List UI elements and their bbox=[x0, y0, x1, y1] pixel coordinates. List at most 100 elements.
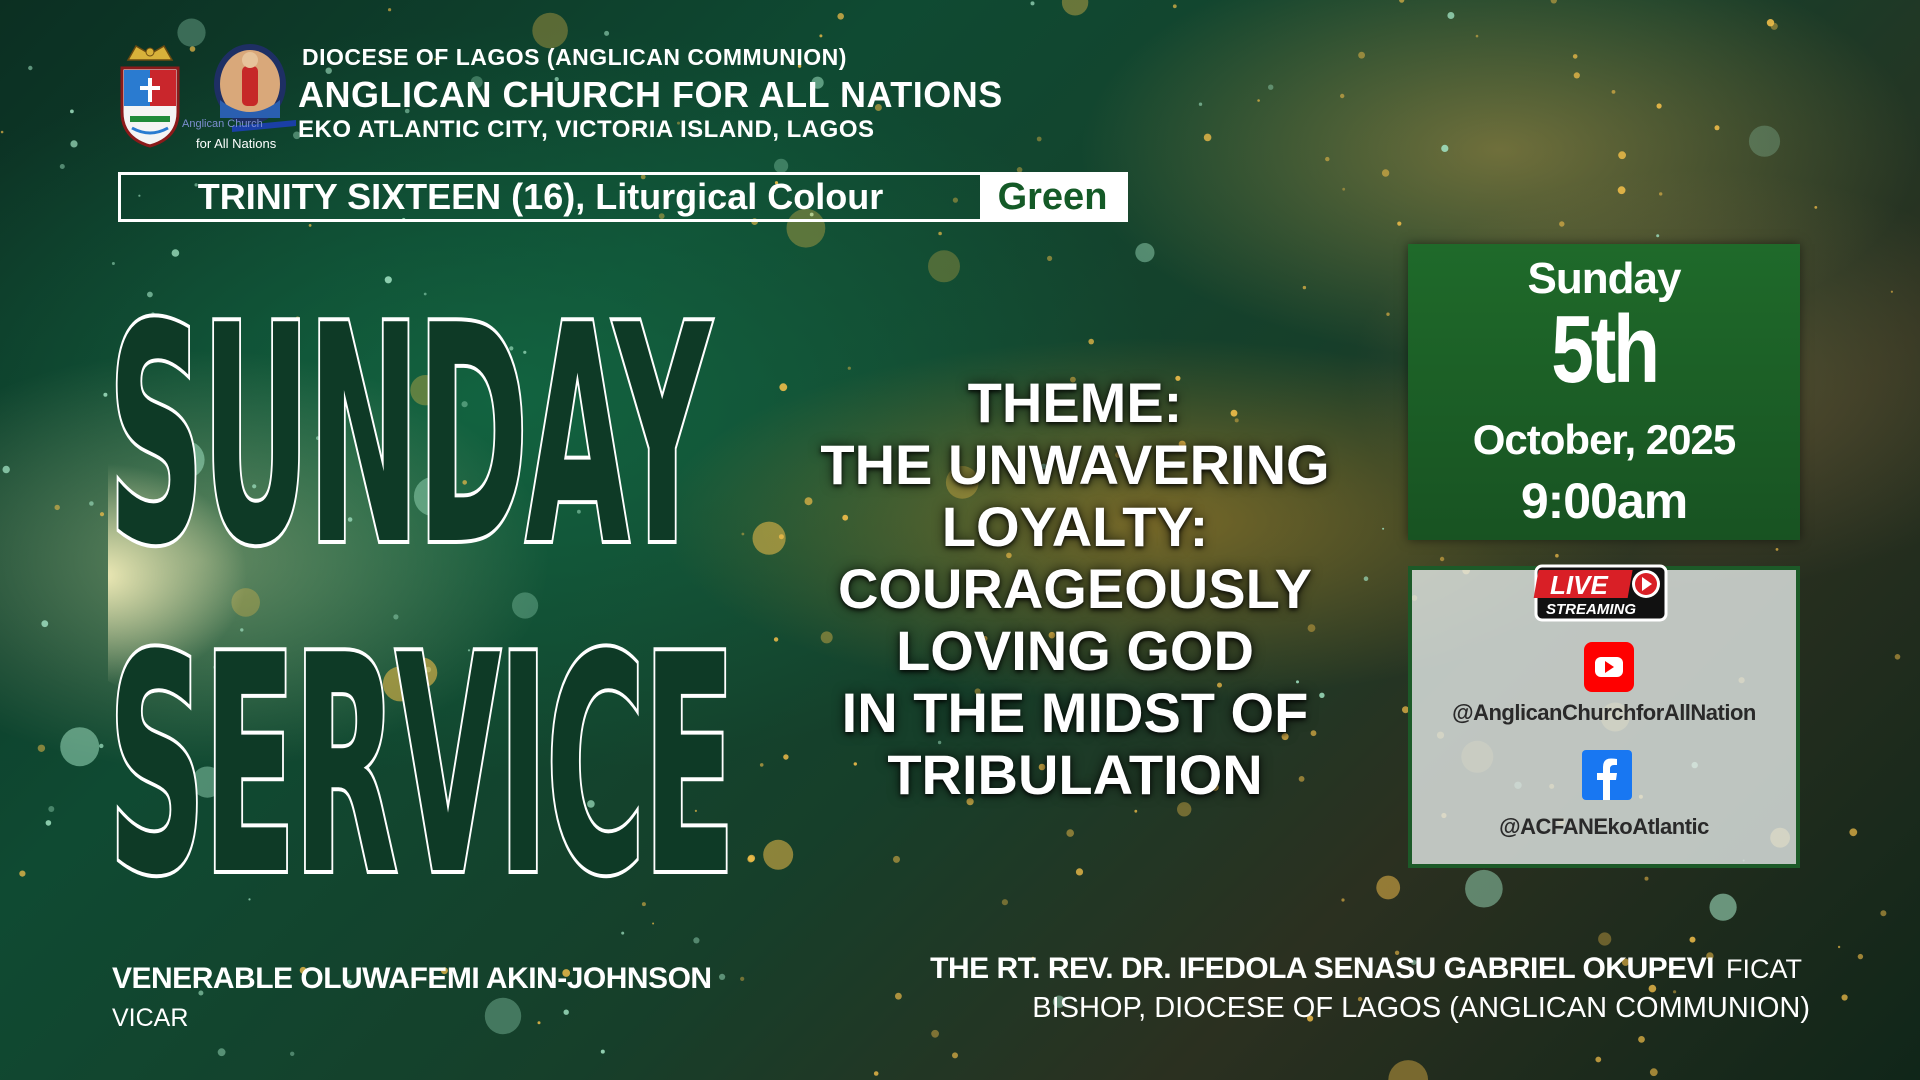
liturgical-banner: TRINITY SIXTEEN (16), Liturgical Colour … bbox=[118, 172, 1128, 222]
bokeh-particle bbox=[1559, 221, 1565, 227]
bokeh-particle bbox=[1198, 102, 1203, 106]
live-text: LIVE bbox=[1550, 570, 1608, 600]
bokeh-particle bbox=[1598, 932, 1612, 946]
bokeh-particle bbox=[103, 392, 108, 397]
event-time: 9:00am bbox=[1520, 473, 1688, 529]
bokeh-particle bbox=[563, 1009, 569, 1015]
bokeh-particle bbox=[37, 744, 46, 752]
bokeh-particle bbox=[1748, 125, 1781, 157]
bokeh-particle bbox=[819, 34, 823, 38]
facebook-handle[interactable]: @ACFANEkoAtlantic bbox=[1412, 814, 1796, 840]
church-address: EKO ATLANTIC CITY, VICTORIA ISLAND, LAGO… bbox=[298, 116, 875, 143]
bokeh-particle bbox=[537, 1021, 541, 1025]
service-title: SUNDAY SERVICE bbox=[108, 258, 743, 880]
bokeh-particle bbox=[600, 1049, 605, 1054]
bokeh-particle bbox=[1386, 312, 1390, 316]
bokeh-particle bbox=[1572, 54, 1578, 59]
bokeh-particle bbox=[1555, 553, 1559, 558]
bokeh-particle bbox=[189, 46, 196, 52]
bokeh-particle bbox=[1595, 1056, 1602, 1063]
bokeh-particle bbox=[928, 250, 960, 283]
bokeh-particle bbox=[1340, 93, 1345, 99]
bokeh-particle bbox=[1890, 290, 1893, 293]
logo-text-line1: Anglican Church bbox=[182, 118, 263, 130]
bokeh-particle bbox=[1709, 893, 1737, 921]
bokeh-particle bbox=[99, 743, 104, 749]
bokeh-particle bbox=[1644, 876, 1649, 881]
bokeh-particle bbox=[1770, 22, 1778, 30]
church-name: ANGLICAN CHURCH FOR ALL NATIONS bbox=[298, 74, 1003, 115]
vicar-name: VENERABLE OLUWAFEMI AKIN-JOHNSON bbox=[112, 962, 712, 995]
bokeh-particle bbox=[873, 1071, 879, 1076]
bokeh-particle bbox=[1857, 953, 1864, 960]
bishop-title: BISHOP, DIOCESE OF LAGOS (ANGLICAN COMMU… bbox=[1032, 992, 1810, 1024]
bokeh-particle bbox=[1325, 156, 1330, 162]
bokeh-particle bbox=[1066, 829, 1074, 837]
youtube-handle[interactable]: @AnglicanChurchforAllNation bbox=[1412, 700, 1796, 726]
streaming-panel: LIVE STREAMING @AnglicanChurchforAllNati… bbox=[1408, 564, 1800, 868]
bokeh-particle bbox=[1656, 103, 1662, 109]
bokeh-particle bbox=[604, 30, 610, 36]
event-date-box: Sunday 5th October, 2025 9:00am bbox=[1408, 244, 1800, 540]
bokeh-particle bbox=[1381, 169, 1390, 177]
bokeh-particle bbox=[1894, 654, 1901, 660]
bokeh-particle bbox=[1036, 136, 1042, 142]
bokeh-particle bbox=[1341, 898, 1345, 902]
bokeh-particle bbox=[938, 231, 942, 236]
bokeh-particle bbox=[48, 806, 55, 812]
bokeh-particle bbox=[290, 1051, 295, 1057]
theme-block: THEME: THE UNWAVERING LOYALTY: COURAGEOU… bbox=[760, 372, 1390, 806]
bokeh-particle bbox=[1439, 556, 1445, 562]
bokeh-particle bbox=[1001, 899, 1009, 906]
bokeh-particle bbox=[1203, 133, 1212, 142]
bokeh-particle bbox=[1358, 51, 1365, 59]
youtube-icon[interactable] bbox=[1584, 642, 1634, 692]
bokeh-particle bbox=[740, 976, 745, 982]
bokeh-particle bbox=[1447, 12, 1455, 19]
bokeh-particle bbox=[1714, 125, 1720, 131]
bokeh-particle bbox=[1047, 255, 1053, 261]
bokeh-particle bbox=[59, 164, 65, 169]
bokeh-particle bbox=[1656, 234, 1660, 238]
bokeh-particle bbox=[2, 465, 10, 474]
bokeh-particle bbox=[1849, 828, 1858, 837]
bokeh-particle bbox=[1268, 84, 1274, 90]
bokeh-particle bbox=[1135, 243, 1155, 263]
bokeh-particle bbox=[1399, 0, 1405, 3]
diocese-name: DIOCESE OF LAGOS (ANGLICAN COMMUNION) bbox=[302, 44, 847, 70]
bokeh-particle bbox=[45, 820, 52, 826]
streaming-text: STREAMING bbox=[1546, 601, 1636, 618]
bokeh-particle bbox=[747, 855, 755, 863]
theme-line: THE UNWAVERING bbox=[820, 433, 1330, 496]
bokeh-particle bbox=[1837, 945, 1841, 949]
bokeh-particle bbox=[895, 992, 902, 1000]
vicar-title: VICAR bbox=[112, 1004, 189, 1032]
bokeh-particle bbox=[847, 366, 851, 370]
bokeh-particle bbox=[248, 898, 251, 901]
bokeh-particle bbox=[41, 620, 49, 628]
bokeh-particle bbox=[1689, 936, 1696, 943]
bokeh-particle bbox=[1302, 285, 1307, 290]
theme-label: THEME: bbox=[967, 371, 1183, 434]
bokeh-particle bbox=[70, 109, 74, 114]
facebook-icon[interactable] bbox=[1582, 750, 1632, 800]
bokeh-particle bbox=[217, 1048, 226, 1057]
bokeh-particle bbox=[1342, 187, 1346, 191]
bokeh-particle bbox=[484, 997, 522, 1035]
bokeh-particle bbox=[1814, 206, 1818, 209]
diocese-crest-icon bbox=[120, 44, 180, 148]
bokeh-particle bbox=[54, 504, 60, 511]
bokeh-particle bbox=[1441, 144, 1449, 152]
bokeh-particle bbox=[70, 140, 78, 148]
bokeh-particle bbox=[893, 855, 900, 863]
bokeh-particle bbox=[1475, 34, 1479, 38]
theme-line: LOVING GOD bbox=[896, 619, 1254, 682]
bokeh-particle bbox=[1573, 72, 1580, 79]
bokeh-particle bbox=[1659, 192, 1663, 196]
bokeh-particle bbox=[1061, 0, 1089, 16]
bokeh-particle bbox=[1649, 1068, 1658, 1077]
title-line-service: SERVICE bbox=[108, 592, 733, 880]
bokeh-particle bbox=[1617, 186, 1626, 195]
event-month-year: October, 2025 bbox=[1472, 416, 1736, 463]
bokeh-particle bbox=[1376, 875, 1401, 900]
